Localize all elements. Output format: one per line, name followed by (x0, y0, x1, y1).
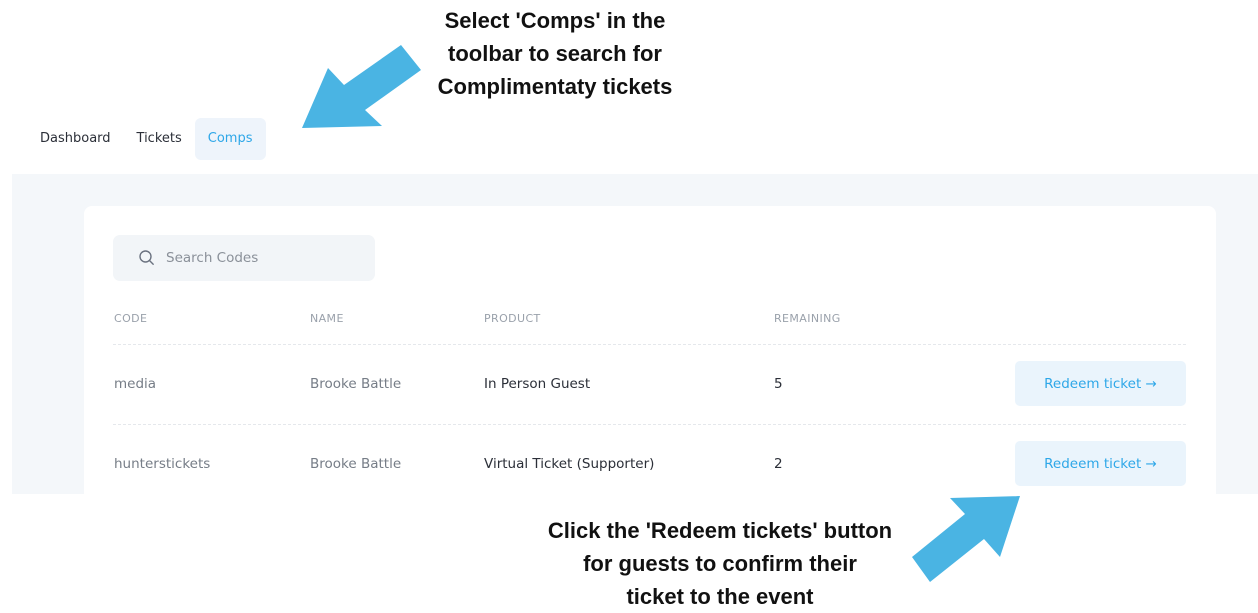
callout-line: Complimentaty tickets (437, 74, 673, 99)
cell-name: Brooke Battle (310, 456, 402, 472)
redeem-ticket-button[interactable]: Redeem ticket → (1015, 441, 1186, 486)
instruction-callout-redeem: Click the 'Redeem tickets' button for gu… (520, 514, 920, 613)
cell-product: Virtual Ticket (Supporter) (484, 456, 655, 472)
row-divider (113, 344, 1186, 345)
content-area: CODE NAME PRODUCT REMAINING media Brooke… (12, 174, 1258, 494)
column-header-name: NAME (310, 312, 344, 325)
cell-remaining: 2 (774, 456, 783, 472)
search-input[interactable] (164, 249, 368, 267)
column-header-code: CODE (114, 312, 148, 325)
row-divider (113, 424, 1186, 425)
column-header-remaining: REMAINING (774, 312, 841, 325)
redeem-ticket-button[interactable]: Redeem ticket → (1015, 361, 1186, 406)
cell-product: In Person Guest (484, 376, 591, 392)
callout-line: for guests to confirm their (583, 551, 857, 576)
toolbar-tabs: Dashboard Tickets Comps (28, 118, 266, 160)
tab-tickets[interactable]: Tickets (124, 118, 195, 160)
tab-dashboard[interactable]: Dashboard (28, 118, 124, 160)
search-box[interactable] (113, 235, 375, 281)
cell-remaining: 5 (774, 376, 783, 392)
callout-line: ticket to the event (626, 584, 814, 609)
column-header-product: PRODUCT (484, 312, 541, 325)
callout-line: toolbar to search for (448, 41, 662, 66)
cell-name: Brooke Battle (310, 376, 402, 392)
callout-line: Select 'Comps' in the (444, 8, 666, 33)
search-icon (139, 250, 154, 265)
comps-card: CODE NAME PRODUCT REMAINING media Brooke… (84, 206, 1216, 494)
cell-code: media (114, 376, 157, 392)
tab-comps[interactable]: Comps (194, 118, 266, 160)
cell-code: hunterstickets (114, 456, 211, 472)
instruction-callout-comps: Select 'Comps' in the toolbar to search … (400, 4, 710, 103)
callout-line: Click the 'Redeem tickets' button (547, 518, 893, 543)
